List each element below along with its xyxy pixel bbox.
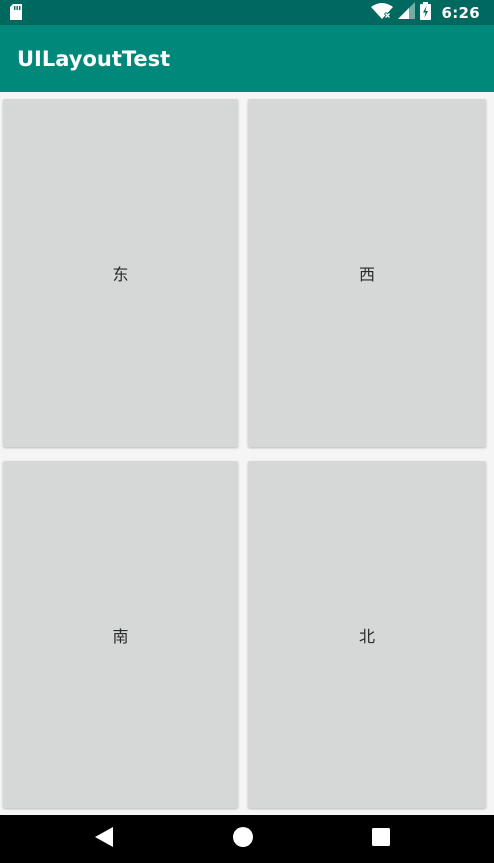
recents-button[interactable]: [351, 815, 411, 863]
sd-card-icon: [10, 4, 22, 24]
north-button[interactable]: 北: [248, 461, 486, 808]
south-button[interactable]: 南: [3, 461, 238, 808]
east-button[interactable]: 东: [3, 99, 238, 447]
west-button[interactable]: 西: [248, 99, 486, 447]
recents-icon: [372, 828, 390, 850]
app-bar: UILayoutTest: [0, 25, 494, 92]
wifi-icon: [371, 2, 394, 23]
navigation-bar: [0, 815, 494, 863]
home-button[interactable]: [213, 815, 273, 863]
back-icon: [95, 827, 113, 851]
grid-layout: 东 西 南 北: [0, 92, 494, 815]
status-bar: 6:26: [0, 0, 494, 25]
cellular-signal-icon: [398, 2, 416, 23]
app-title: UILayoutTest: [17, 47, 171, 71]
back-button[interactable]: [74, 815, 134, 863]
status-time: 6:26: [441, 3, 480, 22]
battery-charging-icon: [420, 1, 432, 24]
home-icon: [233, 827, 253, 851]
